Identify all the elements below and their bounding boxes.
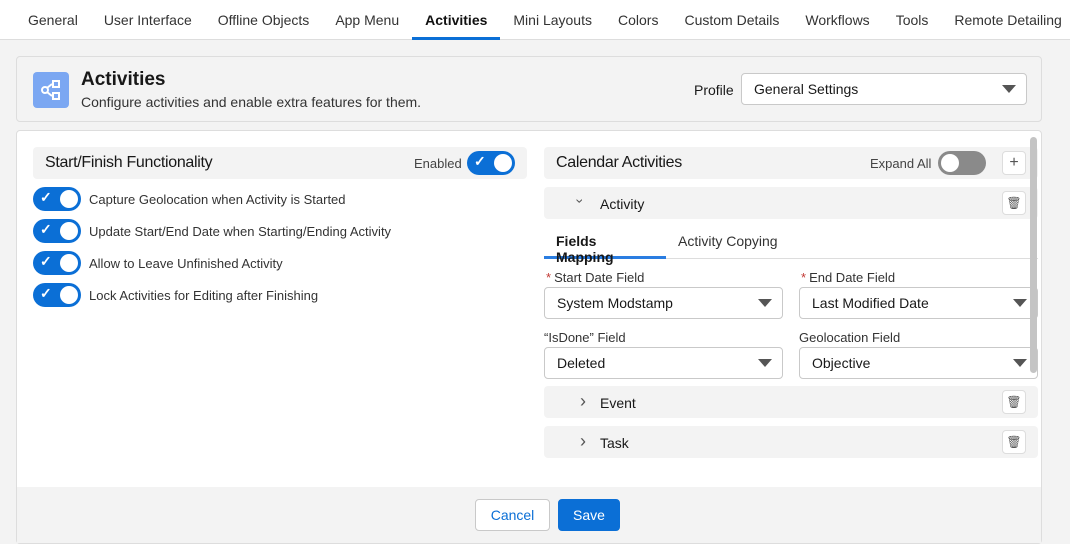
tab-mini-layouts[interactable]: Mini Layouts — [500, 0, 605, 40]
option-label: Allow to Leave Unfinished Activity — [89, 256, 283, 271]
expand-all-label: Expand All — [870, 156, 932, 171]
tab-custom-details[interactable]: Custom Details — [671, 0, 792, 40]
check-icon: ✓ — [40, 285, 52, 301]
page-title: Activities — [81, 69, 166, 90]
option-label: Lock Activities for Editing after Finish… — [89, 288, 319, 303]
save-button[interactable]: Save — [558, 499, 620, 531]
tab-offline-objects[interactable]: Offline Objects — [205, 0, 323, 40]
footer: Cancel Save — [17, 487, 1041, 543]
add-icon[interactable]: + — [1002, 151, 1026, 175]
caret-down-icon — [1002, 85, 1016, 93]
geolocation-value: Objective — [812, 355, 871, 371]
page-subtitle: Configure activities and enable extra fe… — [81, 94, 422, 110]
event-row[interactable]: › Event 🗑 — [544, 386, 1038, 418]
task-label: Task — [600, 435, 629, 451]
tab-workflows[interactable]: Workflows — [792, 0, 882, 40]
trash-icon[interactable]: 🗑 — [1002, 390, 1026, 414]
update-dates-toggle[interactable]: ✓ — [33, 219, 81, 243]
scrollbar[interactable] — [1030, 137, 1037, 373]
tab-remote-detailing[interactable]: Remote Detailing — [941, 0, 1070, 40]
activity-label: Activity — [600, 196, 645, 212]
start-finish-title: Start/Finish Functionality — [45, 154, 213, 171]
profile-label: Profile — [694, 82, 734, 98]
isdone-select[interactable]: Deleted — [544, 347, 783, 379]
geolocation-label: Geolocation Field — [799, 330, 901, 345]
settings-card: Start/Finish Functionality Enabled ✓ ✓ C… — [16, 130, 1042, 544]
profile-select[interactable]: General Settings — [741, 73, 1027, 105]
calendar-activities-header: Calendar Activities Expand All + — [544, 147, 1038, 179]
start-date-select[interactable]: System Modstamp — [544, 287, 783, 319]
calendar-activities-title: Calendar Activities — [556, 154, 682, 171]
check-icon: ✓ — [40, 253, 52, 269]
tab-activities[interactable]: Activities — [412, 0, 501, 40]
activity-row[interactable]: › Activity 🗑 — [544, 187, 1038, 219]
activities-icon — [33, 72, 69, 108]
option-label: Capture Geolocation when Activity is Sta… — [89, 192, 346, 207]
start-date-value: System Modstamp — [557, 295, 673, 311]
start-date-label: * Start Date Field — [546, 270, 645, 285]
enabled-toggle[interactable]: ✓ — [467, 151, 515, 175]
lock-activities-toggle[interactable]: ✓ — [33, 283, 81, 307]
expand-all-toggle[interactable] — [938, 151, 986, 175]
caret-down-icon — [1013, 299, 1027, 307]
tab-app-menu[interactable]: App Menu — [322, 0, 412, 40]
tab-general[interactable]: General — [0, 0, 91, 40]
chevron-down-icon[interactable]: › — [572, 199, 588, 204]
tab-bar: General User Interface Offline Objects A… — [0, 0, 1070, 40]
check-icon: ✓ — [40, 189, 52, 205]
allow-unfinished-toggle[interactable]: ✓ — [33, 251, 81, 275]
end-date-value: Last Modified Date — [812, 295, 929, 311]
end-date-select[interactable]: Last Modified Date — [799, 287, 1038, 319]
capture-geolocation-toggle[interactable]: ✓ — [33, 187, 81, 211]
chevron-right-icon[interactable]: › — [580, 391, 586, 412]
option-label: Update Start/End Date when Starting/Endi… — [89, 224, 392, 239]
trash-icon[interactable]: 🗑 — [1002, 430, 1026, 454]
end-date-label: * End Date Field — [801, 270, 896, 285]
geolocation-select[interactable]: Objective — [799, 347, 1038, 379]
tab-colors[interactable]: Colors — [605, 0, 671, 40]
page-header: Activities Configure activities and enab… — [16, 56, 1042, 122]
tab-fields-mapping[interactable]: Fields Mapping — [544, 227, 666, 265]
subtabs: Fields Mapping Activity Copying — [544, 227, 1038, 265]
event-label: Event — [600, 395, 636, 411]
isdone-value: Deleted — [557, 355, 606, 371]
task-row[interactable]: › Task 🗑 — [544, 426, 1038, 458]
isdone-label: “IsDone” Field — [544, 330, 626, 345]
cancel-button[interactable]: Cancel — [475, 499, 550, 531]
check-icon: ✓ — [474, 153, 486, 169]
tab-user-interface[interactable]: User Interface — [91, 0, 205, 40]
start-finish-header: Start/Finish Functionality Enabled ✓ — [33, 147, 527, 179]
caret-down-icon — [1013, 359, 1027, 367]
tab-activity-copying[interactable]: Activity Copying — [678, 233, 778, 249]
trash-icon[interactable]: 🗑 — [1002, 191, 1026, 215]
tab-tools[interactable]: Tools — [883, 0, 942, 40]
chevron-right-icon[interactable]: › — [580, 431, 586, 452]
check-icon: ✓ — [40, 221, 52, 237]
enabled-label: Enabled — [414, 156, 462, 171]
caret-down-icon — [758, 299, 772, 307]
caret-down-icon — [758, 359, 772, 367]
profile-value: General Settings — [754, 81, 859, 97]
